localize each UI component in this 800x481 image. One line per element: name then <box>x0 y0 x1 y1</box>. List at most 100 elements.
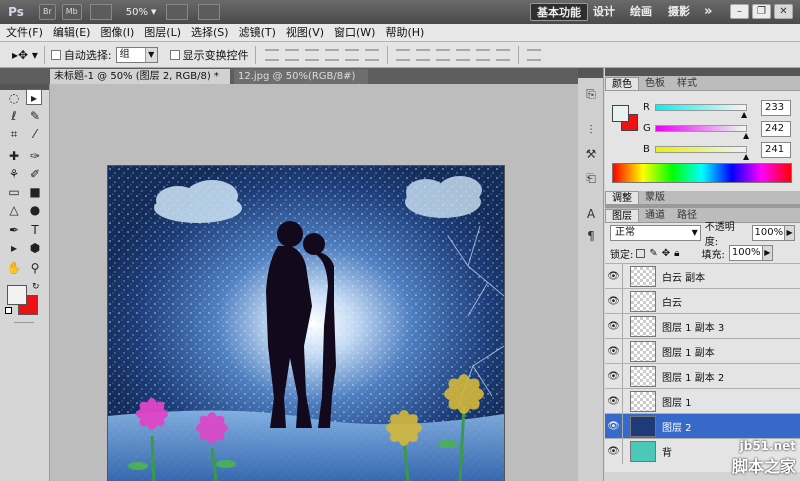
slider-thumb-b[interactable]: ▲ <box>743 152 749 161</box>
clone-source-panel-icon[interactable]: ⎗ <box>583 170 599 186</box>
restore-button[interactable]: ❐ <box>752 4 771 19</box>
foreground-swatch[interactable] <box>612 105 629 122</box>
menu-layer[interactable]: 图层(L) <box>139 24 186 42</box>
lock-position-icon[interactable]: ✥ <box>662 248 670 259</box>
menu-select[interactable]: 选择(S) <box>186 24 234 42</box>
opacity-input[interactable]: 100% <box>751 225 786 241</box>
eye-icon[interactable]: 👁︎ <box>605 288 623 314</box>
menu-file[interactable]: 文件(F) <box>0 24 48 42</box>
align-right-icon[interactable] <box>364 48 379 61</box>
foreground-color-swatch[interactable] <box>7 285 27 305</box>
align-bottom-icon[interactable] <box>304 48 319 61</box>
doc-tab-untitled[interactable]: 未标题-1 @ 50% (图层 2, RGB/8) * ✕ <box>50 69 230 96</box>
show-transform-checkbox[interactable] <box>169 49 180 60</box>
distribute-right-icon[interactable] <box>495 48 510 61</box>
tab-paths[interactable]: 路径 <box>671 209 703 222</box>
mini-bridge-button[interactable]: Mb <box>61 4 82 20</box>
lock-transparency-icon[interactable] <box>636 248 646 258</box>
channel-input-g[interactable]: 242 <box>761 121 791 137</box>
swap-colors-icon[interactable]: ↻ <box>32 282 40 292</box>
shape-tool-icon[interactable]: ⬢ <box>27 240 43 256</box>
menu-image[interactable]: 图像(I) <box>95 24 139 42</box>
clone-stamp-icon[interactable]: ⚘ <box>6 166 22 182</box>
slider-g[interactable] <box>655 125 747 132</box>
layer-row[interactable]: 👁︎ 图层 1 副本 3 <box>605 313 800 339</box>
panels-grip[interactable] <box>605 68 800 76</box>
view-extras-icon[interactable] <box>89 4 112 20</box>
workspace-painting[interactable]: 绘画 <box>630 3 652 21</box>
quick-select-tool-icon[interactable]: ✎ <box>27 108 43 124</box>
align-hcenter-icon[interactable] <box>344 48 359 61</box>
crop-tool-icon[interactable]: ⌗ <box>6 126 22 142</box>
brushes-panel-icon[interactable]: ⚒ <box>583 146 599 162</box>
arrange-documents-icon[interactable] <box>166 4 189 20</box>
slider-r[interactable] <box>655 104 747 111</box>
eye-icon[interactable]: 👁︎ <box>605 313 623 339</box>
align-left-icon[interactable] <box>324 48 339 61</box>
eye-icon[interactable]: 👁︎ <box>605 263 623 289</box>
path-select-icon[interactable]: ▸ <box>6 240 22 256</box>
move-tool-icon[interactable]: ▸ <box>26 89 42 105</box>
layer-row[interactable]: 👁︎ 图层 1 <box>605 388 800 414</box>
blend-mode-dropdown[interactable]: 正常 ▼ <box>610 225 701 241</box>
bridge-button[interactable]: Br <box>39 4 56 20</box>
layer-row[interactable]: 👁︎ 白云 副本 <box>605 263 800 289</box>
menu-help[interactable]: 帮助(H) <box>380 24 429 42</box>
tab-layers[interactable]: 图层 <box>605 209 639 222</box>
eye-icon[interactable]: 👁︎ <box>605 338 623 364</box>
paragraph-panel-icon[interactable]: ¶ <box>583 228 599 244</box>
eye-icon[interactable]: 👁︎ <box>605 388 623 414</box>
eraser-tool-icon[interactable]: ▭ <box>6 184 22 200</box>
menu-view[interactable]: 视图(V) <box>281 24 329 42</box>
opacity-arrow-icon[interactable]: ▶ <box>785 225 795 241</box>
pen-tool-icon[interactable]: ✒ <box>6 222 22 238</box>
document-canvas[interactable] <box>108 166 504 481</box>
eye-icon[interactable]: 👁︎ <box>605 363 623 389</box>
fill-input[interactable]: 100% <box>728 245 763 261</box>
healing-brush-icon[interactable]: ✚ <box>6 148 22 164</box>
lasso-tool-icon[interactable]: ℓ <box>6 108 22 124</box>
fill-arrow-icon[interactable]: ▶ <box>762 245 773 261</box>
type-tool-icon[interactable]: T <box>27 222 43 238</box>
layer-row[interactable]: 👁︎ 图层 1 副本 2 <box>605 363 800 389</box>
channel-input-r[interactable]: 233 <box>761 100 791 116</box>
zoom-tool-icon[interactable]: ⚲ <box>27 260 43 276</box>
eye-icon[interactable]: 👁︎ <box>605 413 623 439</box>
slider-b[interactable] <box>655 146 747 153</box>
zoom-level[interactable]: 50% ▼ <box>126 7 157 18</box>
marquee-tool-icon[interactable]: ◌ <box>6 90 22 106</box>
color-spectrum[interactable] <box>612 163 792 183</box>
tab-color[interactable]: 颜色 <box>605 77 639 90</box>
align-top-icon[interactable] <box>264 48 279 61</box>
tab-adjustments[interactable]: 调整 <box>605 191 639 204</box>
actions-panel-icon[interactable]: ⫶ <box>583 122 599 138</box>
align-vcenter-icon[interactable] <box>284 48 299 61</box>
doc-tab-12jpg[interactable]: 12.jpg @ 50%(RGB/8#) ✕ <box>234 69 368 96</box>
channel-input-b[interactable]: 241 <box>761 142 791 158</box>
lock-all-icon[interactable]: 🔒︎ <box>674 248 679 259</box>
brush-tool-icon[interactable]: ✑ <box>27 148 43 164</box>
blur-tool-icon[interactable]: △ <box>6 202 22 218</box>
distribute-hcenter-icon[interactable] <box>475 48 490 61</box>
character-panel-icon[interactable]: A <box>583 206 599 222</box>
distribute-left-icon[interactable] <box>455 48 470 61</box>
tab-swatches[interactable]: 色板 <box>639 77 671 90</box>
default-colors-icon[interactable] <box>5 307 12 314</box>
icon-strip-grip[interactable] <box>578 68 603 78</box>
lock-pixels-icon[interactable]: ✎ <box>649 248 657 259</box>
layer-row-selected[interactable]: 👁︎ 图层 2 <box>605 413 800 439</box>
history-brush-icon[interactable]: ✐ <box>27 166 43 182</box>
document-workspace[interactable] <box>50 84 578 481</box>
layer-row[interactable]: 👁︎ 白云 <box>605 288 800 314</box>
auto-select-checkbox[interactable] <box>50 49 61 60</box>
dodge-tool-icon[interactable]: ● <box>27 202 43 218</box>
distribute-top-icon[interactable] <box>395 48 410 61</box>
auto-select-dropdown[interactable]: 组 ▼ <box>115 46 158 63</box>
gradient-tool-icon[interactable]: ■ <box>27 184 43 200</box>
slider-thumb-g[interactable]: ▲ <box>743 131 749 140</box>
screen-mode-icon[interactable] <box>198 4 221 20</box>
history-panel-icon[interactable]: ⎘ <box>583 86 599 102</box>
layer-row[interactable]: 👁︎ 图层 1 副本 <box>605 338 800 364</box>
move-tool-preset-icon[interactable]: ▸✥ ▾ <box>12 48 38 62</box>
more-workspaces-button[interactable]: » <box>704 3 712 21</box>
